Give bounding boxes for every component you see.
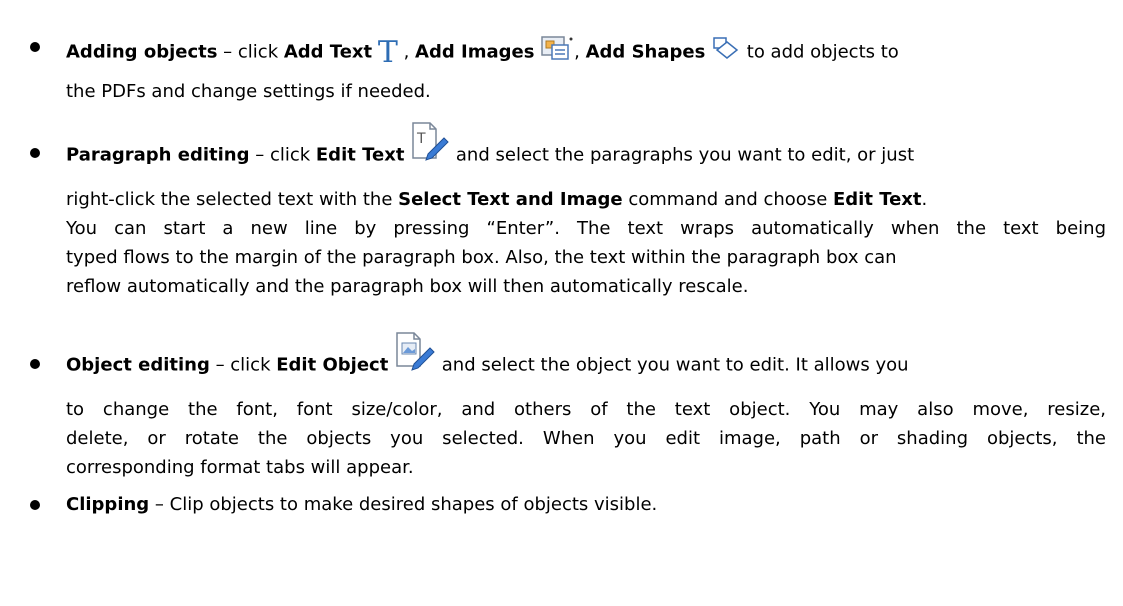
paragraph-editing-line-1: Paragraph editing – click Edit Text T an… [66,122,1106,169]
object-editing-line-3: delete, or rotate the objects you select… [66,428,1106,449]
adding-objects-line-1: Adding objects – click Add Text T , Add … [66,34,899,70]
bullet [30,42,40,52]
bullet [30,148,40,158]
adding-objects-line-2: the PDFs and change settings if needed. [66,81,431,102]
object-editing-line-4: corresponding format tabs will appear. [66,457,414,478]
clipping-line-1: Clipping – Clip objects to make desired … [66,494,658,515]
paragraph-editing-line-4: typed flows to the margin of the paragra… [66,247,897,268]
svg-text:T: T [416,131,426,147]
object-editing-line-2: to change the font, font size/color, and… [66,399,1106,420]
adding-objects-title: Adding objects [66,41,218,63]
edit-text-icon: T [410,120,450,169]
add-shapes-icon [711,36,741,69]
clipping-title: Clipping [66,494,150,515]
text-icon: T [377,34,398,70]
document-page: Adding objects – click Add Text T , Add … [0,0,1123,606]
paragraph-editing-title: Paragraph editing [66,144,250,166]
object-editing-title: Object editing [66,354,210,376]
add-images-icon [540,35,574,70]
paragraph-editing-line-5: reflow automatically and the paragraph b… [66,276,749,297]
edit-object-icon [394,330,436,379]
bullet [30,359,40,369]
bullet [30,500,40,510]
object-editing-line-1: Object editing – click Edit Object and s… [66,332,1106,379]
paragraph-editing-line-2: right-click the selected text with the S… [66,189,928,210]
paragraph-editing-line-3: You can start a new line by pressing “En… [66,218,1106,239]
